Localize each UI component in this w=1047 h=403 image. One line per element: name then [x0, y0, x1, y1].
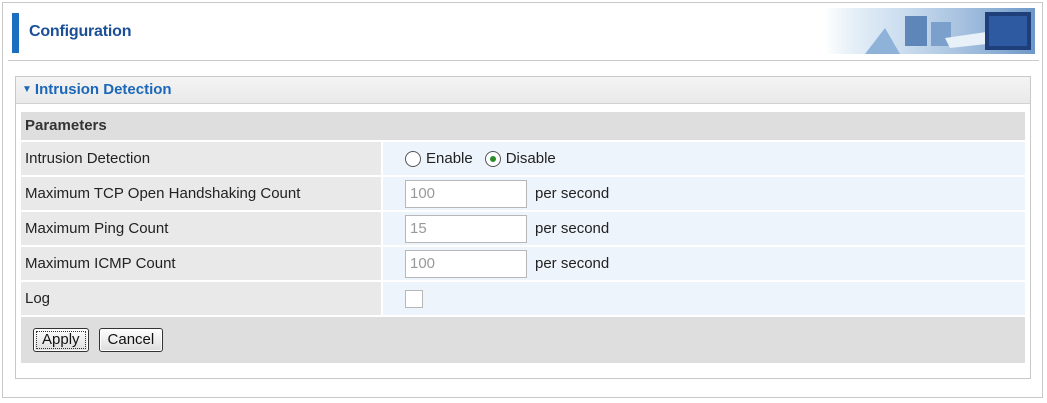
disable-radio-label: Disable: [505, 150, 556, 167]
icmp-count-input[interactable]: [405, 249, 527, 278]
apply-button[interactable]: Apply: [33, 328, 89, 352]
disable-radio-option[interactable]: Disable: [484, 150, 556, 167]
row-tcp-handshake: Maximum TCP Open Handshaking Count per s…: [21, 177, 1025, 210]
tcp-handshake-unit: per second: [535, 185, 610, 202]
row-log: Log: [21, 282, 1025, 315]
icmp-count-unit: per second: [535, 255, 610, 272]
row-ping-count: Maximum Ping Count per second: [21, 212, 1025, 245]
enable-radio-option[interactable]: Enable: [405, 150, 473, 167]
collapse-triangle-icon[interactable]: ▼: [22, 84, 32, 95]
ping-count-input[interactable]: [405, 214, 527, 243]
header-accent-bar: [12, 13, 19, 53]
ping-count-label: Maximum Ping Count: [21, 212, 381, 245]
disable-radio[interactable]: [484, 150, 501, 167]
action-bar: Apply Cancel: [21, 317, 1025, 363]
section-title: Intrusion Detection: [34, 81, 172, 98]
row-intrusion-detection: Intrusion Detection Enable Disable: [21, 142, 1025, 175]
header-office-graphic: [825, 8, 1035, 54]
tcp-handshake-value: per second: [383, 177, 1025, 210]
tcp-handshake-label: Maximum TCP Open Handshaking Count: [21, 177, 381, 210]
page-header: Configuration: [8, 8, 1039, 60]
ping-count-unit: per second: [535, 220, 610, 237]
ping-count-value: per second: [383, 212, 1025, 245]
icmp-count-value: per second: [383, 247, 1025, 280]
intrusion-detection-label: Intrusion Detection: [21, 142, 381, 175]
parameters-heading: Parameters: [21, 112, 1025, 140]
log-value: [383, 282, 1025, 315]
page-title: Configuration: [29, 23, 132, 40]
enable-radio-label: Enable: [426, 150, 473, 167]
intrusion-detection-panel: ▼ Intrusion Detection Parameters Intrusio…: [15, 76, 1031, 379]
enable-radio[interactable]: [405, 150, 421, 167]
log-label: Log: [21, 282, 381, 315]
header-divider: [8, 60, 1039, 61]
icmp-count-label: Maximum ICMP Count: [21, 247, 381, 280]
cancel-button[interactable]: Cancel: [98, 328, 164, 352]
tcp-handshake-input[interactable]: [405, 179, 527, 208]
intrusion-detection-value: Enable Disable: [383, 142, 1025, 175]
section-header[interactable]: ▼ Intrusion Detection: [16, 77, 1030, 104]
row-icmp-count: Maximum ICMP Count per second: [21, 247, 1025, 280]
log-checkbox[interactable]: [405, 289, 423, 308]
